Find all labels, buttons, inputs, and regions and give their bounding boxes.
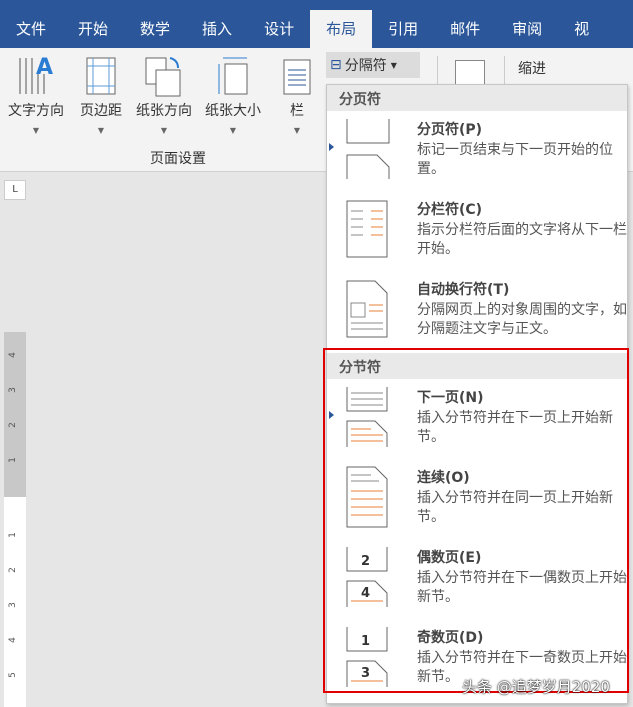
tab-home[interactable]: 开始	[62, 10, 124, 48]
page-setup-group-label: 页面设置	[150, 151, 206, 167]
page-break-icon	[346, 119, 390, 179]
tab-references[interactable]: 引用	[372, 10, 434, 48]
page-breaks-header: 分页符	[327, 85, 627, 111]
text-direction-button[interactable]: A 文字方向 ▼	[8, 54, 64, 135]
breaks-button[interactable]: ⊟ 分隔符 ▼	[326, 52, 420, 78]
column-break-icon	[346, 200, 388, 258]
vertical-ruler: 4 3 2 1 1 2 3 4 5	[4, 332, 26, 707]
tab-insert[interactable]: 插入	[186, 10, 248, 48]
menu-item-page-break[interactable]: 分页符(P) 标记一页结束与下一页开始的位置。	[327, 111, 627, 191]
tab-view[interactable]: 视	[558, 10, 605, 48]
breaks-icon: ⊟	[330, 57, 342, 73]
tab-layout[interactable]: 布局	[310, 10, 373, 48]
columns-icon	[282, 54, 312, 98]
svg-text:A: A	[36, 55, 53, 80]
tab-design[interactable]: 设计	[248, 10, 310, 48]
tab-selector[interactable]: L	[4, 180, 26, 200]
tab-file[interactable]: 文件	[0, 10, 62, 48]
margins-button[interactable]: 页边距 ▼	[80, 54, 122, 135]
text-wrapping-break-icon	[346, 280, 388, 338]
size-button[interactable]: 纸张大小 ▼	[205, 54, 261, 135]
orientation-button[interactable]: 纸张方向 ▼	[136, 54, 192, 135]
section-breaks-highlight	[323, 348, 629, 693]
indent-label: 缩进	[518, 61, 546, 77]
tab-math[interactable]: 数学	[124, 10, 186, 48]
tab-review[interactable]: 审阅	[496, 10, 558, 48]
margins-icon	[80, 54, 122, 98]
ribbon-tabs: 文件 开始 数学 插入 设计 布局 引用 邮件 审阅 视	[0, 0, 633, 48]
menu-item-text-wrapping-break[interactable]: 自动换行符(T) 分隔网页上的对象周围的文字，如分隔题注文字与正文。	[327, 271, 627, 351]
menu-item-column-break[interactable]: 分栏符(C) 指示分栏符后面的文字将从下一栏开始。	[327, 191, 627, 271]
size-icon	[205, 54, 261, 98]
orientation-icon	[136, 54, 192, 98]
text-direction-icon: A	[8, 54, 64, 98]
tab-mailings[interactable]: 邮件	[434, 10, 496, 48]
columns-button[interactable]: 栏 ▼	[282, 54, 312, 135]
watermark: 头条 @追梦岁月2020	[462, 678, 610, 696]
